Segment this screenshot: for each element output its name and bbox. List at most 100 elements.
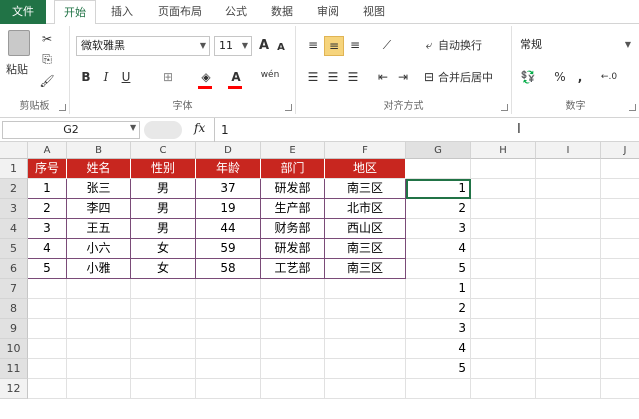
empty-cell[interactable] [471,379,536,399]
table-cell[interactable]: 生产部 [261,199,325,219]
table-header-cell[interactable]: 年龄 [196,159,261,179]
table-cell[interactable]: 2 [28,199,67,219]
alignment-launcher-icon[interactable] [501,104,508,111]
empty-cell[interactable] [601,259,639,279]
column-header-C[interactable]: C [131,142,196,159]
merge-center-icon[interactable]: ⊟ [422,68,436,86]
empty-cell[interactable] [67,339,131,359]
empty-cell[interactable] [28,279,67,299]
row-header-1[interactable]: 1 [0,159,28,179]
empty-cell[interactable] [471,239,536,259]
table-cell[interactable]: 1 [28,179,67,199]
align-right-icon[interactable]: ☰ [344,68,362,86]
g-column-cell[interactable]: 3 [406,319,471,339]
empty-cell[interactable] [601,319,639,339]
empty-cell[interactable] [601,279,639,299]
column-header-B[interactable]: B [67,142,131,159]
number-launcher-icon[interactable] [629,104,636,111]
column-header-E[interactable]: E [261,142,325,159]
chevron-down-icon[interactable]: ▼ [130,123,136,132]
table-header-cell[interactable]: 序号 [28,159,67,179]
g-column-cell[interactable]: 3 [406,219,471,239]
empty-cell[interactable] [471,159,536,179]
align-left-icon[interactable]: ☰ [304,68,322,86]
border-icon[interactable]: ⊞ [158,68,178,86]
tab-review[interactable]: 审阅 [310,0,346,24]
empty-cell[interactable] [601,359,639,379]
g-column-cell[interactable]: 5 [406,359,471,379]
empty-cell[interactable] [28,339,67,359]
row-header-12[interactable]: 12 [0,379,28,399]
table-cell[interactable]: 研发部 [261,179,325,199]
underline-button[interactable]: U [118,68,134,86]
empty-cell[interactable] [325,279,406,299]
decrease-indent-icon[interactable]: ⇤ [374,68,392,86]
column-header-J[interactable]: J [601,142,639,159]
g-column-cell[interactable]: 1 [406,179,471,199]
table-cell[interactable]: 张三 [67,179,131,199]
empty-cell[interactable] [261,319,325,339]
empty-cell[interactable] [536,279,601,299]
font-launcher-icon[interactable] [285,104,292,111]
empty-cell[interactable] [536,379,601,399]
merge-center-button[interactable]: 合并后居中 [438,70,493,86]
empty-cell[interactable] [325,379,406,399]
table-cell[interactable]: 女 [131,259,196,279]
empty-cell[interactable] [471,199,536,219]
table-cell[interactable]: 19 [196,199,261,219]
table-cell[interactable]: 男 [131,179,196,199]
empty-cell[interactable] [131,279,196,299]
table-cell[interactable]: 南三区 [325,239,406,259]
row-header-9[interactable]: 9 [0,319,28,339]
row-header-3[interactable]: 3 [0,199,28,219]
empty-cell[interactable] [261,299,325,319]
empty-cell[interactable] [325,319,406,339]
empty-cell[interactable] [536,319,601,339]
g-column-cell[interactable]: 1 [406,279,471,299]
column-header-D[interactable]: D [196,142,261,159]
phonetic-icon[interactable]: wén [258,66,282,84]
table-cell[interactable]: 58 [196,259,261,279]
table-cell[interactable]: 小六 [67,239,131,259]
increase-decimal-icon[interactable]: ←.0 [600,68,618,86]
g-column-cell[interactable]: 2 [406,299,471,319]
table-cell[interactable]: 5 [28,259,67,279]
tab-data[interactable]: 数据 [264,0,300,24]
empty-cell[interactable] [536,259,601,279]
row-header-2[interactable]: 2 [0,179,28,199]
paste-icon[interactable] [8,30,30,56]
table-cell[interactable]: 财务部 [261,219,325,239]
empty-cell[interactable] [67,299,131,319]
table-cell[interactable]: 工艺部 [261,259,325,279]
empty-cell[interactable] [601,339,639,359]
table-cell[interactable]: 西山区 [325,219,406,239]
table-cell[interactable]: 王五 [67,219,131,239]
empty-cell[interactable] [131,299,196,319]
column-header-G[interactable]: G [406,142,471,159]
empty-cell[interactable] [67,379,131,399]
row-header-7[interactable]: 7 [0,279,28,299]
table-cell[interactable]: 男 [131,199,196,219]
empty-cell[interactable] [536,219,601,239]
empty-cell[interactable] [261,279,325,299]
clipboard-launcher-icon[interactable] [59,104,66,111]
table-cell[interactable]: 南三区 [325,259,406,279]
currency-icon[interactable]: 💱 [518,68,538,86]
table-cell[interactable]: 南三区 [325,179,406,199]
empty-cell[interactable] [471,279,536,299]
empty-cell[interactable] [196,319,261,339]
percent-button[interactable]: % [552,68,568,86]
bold-button[interactable]: B [78,68,94,86]
name-box[interactable]: G2 [2,121,140,139]
empty-cell[interactable] [536,199,601,219]
row-header-11[interactable]: 11 [0,359,28,379]
empty-cell[interactable] [406,379,471,399]
empty-cell[interactable] [536,179,601,199]
empty-cell[interactable] [601,219,639,239]
tab-view[interactable]: 视图 [356,0,392,24]
insert-function-icon[interactable]: fx [194,121,205,135]
empty-cell[interactable] [601,159,639,179]
empty-cell[interactable] [325,299,406,319]
g-column-cell[interactable]: 5 [406,259,471,279]
empty-cell[interactable] [601,199,639,219]
